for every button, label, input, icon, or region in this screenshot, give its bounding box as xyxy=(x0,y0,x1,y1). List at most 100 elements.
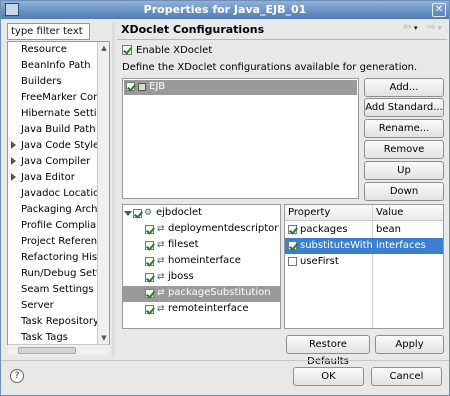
sidebar-item-label: Task Tags xyxy=(21,332,68,343)
doclet-tree: ⚙ ejbdoclet ⇄ deploymentdescriptor ⇄ fil… xyxy=(122,204,281,329)
tree-node-label: deploymentdescriptor xyxy=(168,223,279,234)
up-button[interactable]: Up xyxy=(364,161,444,180)
column-header-value[interactable]: Value xyxy=(376,207,403,218)
sidebar-item-label: Task Repository xyxy=(21,316,99,327)
sidebar-item-label: Javadoc Location xyxy=(21,188,106,199)
sidebar-item-label: Seam Settings xyxy=(21,284,94,295)
doclet-icon: ⚙ xyxy=(144,208,153,218)
forward-arrow-icon[interactable]: ⇨ xyxy=(427,22,435,33)
checkbox-icon[interactable] xyxy=(145,305,154,314)
add-button[interactable]: Add... xyxy=(364,78,444,97)
expand-arrow-icon[interactable] xyxy=(11,141,16,149)
remove-button[interactable]: Remove xyxy=(364,140,444,159)
sidebar-item-label: FreeMarker Cont xyxy=(21,92,104,103)
page-history-nav: ⇦ ▾ ⇨ ▾ xyxy=(403,22,447,36)
property-name: useFirst xyxy=(300,256,339,267)
title-bar: Properties for Java_EJB_01 ✕ xyxy=(1,1,449,19)
cancel-button[interactable]: Cancel xyxy=(371,367,442,386)
sidebar-item-label: Builders xyxy=(21,76,62,87)
back-menu-chevron-icon[interactable]: ▾ xyxy=(414,24,418,32)
sidebar-item-label: Resource xyxy=(21,44,67,55)
sidebar-item-label: Packaging Archiv xyxy=(21,204,107,215)
collapse-arrow-icon[interactable] xyxy=(124,211,132,216)
scroll-down-icon[interactable]: ▼ xyxy=(99,333,109,343)
add-standard-button[interactable]: Add Standard... xyxy=(364,98,444,117)
page-title: XDoclet Configurations xyxy=(121,23,265,36)
table-row-selected[interactable]: substituteWith interfaces xyxy=(285,238,443,254)
sidebar-item-label: Hibernate Settin xyxy=(21,108,103,119)
subtask-icon: ⇄ xyxy=(157,256,165,266)
checkbox-icon[interactable] xyxy=(145,241,154,250)
properties-table: Property Value packages bean substituteW… xyxy=(284,204,444,329)
tree-node-root[interactable]: ⚙ ejbdoclet xyxy=(123,206,280,222)
sidebar-item-label: Java Editor xyxy=(21,172,75,183)
subtask-icon: ⇄ xyxy=(157,272,165,282)
restore-defaults-button[interactable]: Restore Defaults xyxy=(286,335,370,367)
checkbox-icon[interactable] xyxy=(288,241,297,250)
apply-button[interactable]: Apply xyxy=(375,335,444,354)
table-header: Property Value xyxy=(285,205,443,221)
tree-node-selected[interactable]: ⇄ packageSubstitution xyxy=(123,286,280,302)
configuration-label: EJB xyxy=(149,81,166,92)
tree-node-label: homeinterface xyxy=(168,255,241,266)
subtask-icon: ⇄ xyxy=(157,304,165,314)
table-row[interactable]: packages bean xyxy=(285,222,443,238)
window-title: Properties for Java_EJB_01 xyxy=(143,3,307,16)
close-icon[interactable]: ✕ xyxy=(432,3,446,17)
scrollbar-thumb[interactable] xyxy=(18,347,76,354)
enable-xdoclet-checkbox[interactable]: Enable XDoclet xyxy=(122,45,212,56)
table-row[interactable]: useFirst xyxy=(285,254,443,270)
checkbox-icon[interactable] xyxy=(145,257,154,266)
back-arrow-icon[interactable]: ⇦ xyxy=(403,22,411,33)
tree-node-label: ejbdoclet xyxy=(156,207,203,218)
subtask-icon: ⇄ xyxy=(157,240,165,250)
tree-node[interactable]: ⇄ jboss xyxy=(123,270,280,286)
sidebar-item-label: Project Reference xyxy=(21,236,109,247)
sidebar-item-label: Server xyxy=(21,300,54,311)
checkbox-icon[interactable] xyxy=(122,45,132,55)
property-value: interfaces xyxy=(376,240,426,251)
filter-input[interactable]: type filter text xyxy=(7,23,90,40)
enable-xdoclet-label: Enable XDoclet xyxy=(136,45,213,56)
sidebar-item-label: Java Build Path xyxy=(21,124,96,135)
expand-arrow-icon[interactable] xyxy=(11,173,16,181)
help-icon[interactable]: ? xyxy=(10,369,24,383)
sidebar-vertical-scrollbar[interactable]: ▲ ▼ xyxy=(97,42,109,344)
sidebar-item-label: Refactoring Histo xyxy=(21,252,108,263)
checkbox-icon[interactable] xyxy=(126,82,135,91)
expand-arrow-icon[interactable] xyxy=(11,157,16,165)
column-header-property[interactable]: Property xyxy=(288,207,330,218)
subtask-icon: ⇄ xyxy=(157,288,165,298)
checkbox-icon[interactable] xyxy=(145,273,154,282)
sidebar-item-label: Run/Debug Setti xyxy=(21,268,103,279)
pane-splitter[interactable] xyxy=(112,23,115,357)
properties-dialog: Properties for Java_EJB_01 ✕ type filter… xyxy=(0,0,450,396)
checkbox-icon[interactable] xyxy=(288,225,297,234)
down-button[interactable]: Down xyxy=(364,182,444,201)
tree-node[interactable]: ⇄ deploymentdescriptor xyxy=(123,222,280,238)
ok-button[interactable]: OK xyxy=(293,367,364,386)
tree-node[interactable]: ⇄ homeinterface xyxy=(123,254,280,270)
scroll-up-icon[interactable]: ▲ xyxy=(99,43,109,53)
checkbox-icon[interactable] xyxy=(288,257,297,266)
preference-page-list: Resource BeanInfo Path Builders FreeMark… xyxy=(7,41,110,345)
rename-button[interactable]: Rename... xyxy=(364,119,444,138)
sidebar-item-label: Java Compiler xyxy=(21,156,91,167)
property-value: bean xyxy=(376,224,401,235)
property-name: packages xyxy=(300,224,348,235)
list-item[interactable]: EJB xyxy=(124,80,357,95)
configuration-icon xyxy=(138,83,146,91)
sidebar-item-label: BeanInfo Path xyxy=(21,60,91,71)
tree-node[interactable]: ⇄ remoteinterface xyxy=(123,302,280,318)
page-description: Define the XDoclet configurations availa… xyxy=(122,62,418,73)
tree-node-label: jboss xyxy=(168,271,194,282)
sidebar-horizontal-scrollbar[interactable] xyxy=(8,344,109,355)
sidebar-item-label: Profile Complian xyxy=(21,220,103,231)
tree-node[interactable]: ⇄ fileset xyxy=(123,238,280,254)
checkbox-icon[interactable] xyxy=(145,225,154,234)
forward-menu-chevron-icon[interactable]: ▾ xyxy=(438,24,442,32)
checkbox-icon[interactable] xyxy=(133,209,142,218)
checkbox-icon[interactable] xyxy=(145,289,154,298)
configuration-list: EJB xyxy=(122,78,359,199)
property-name: substituteWith xyxy=(300,240,373,251)
